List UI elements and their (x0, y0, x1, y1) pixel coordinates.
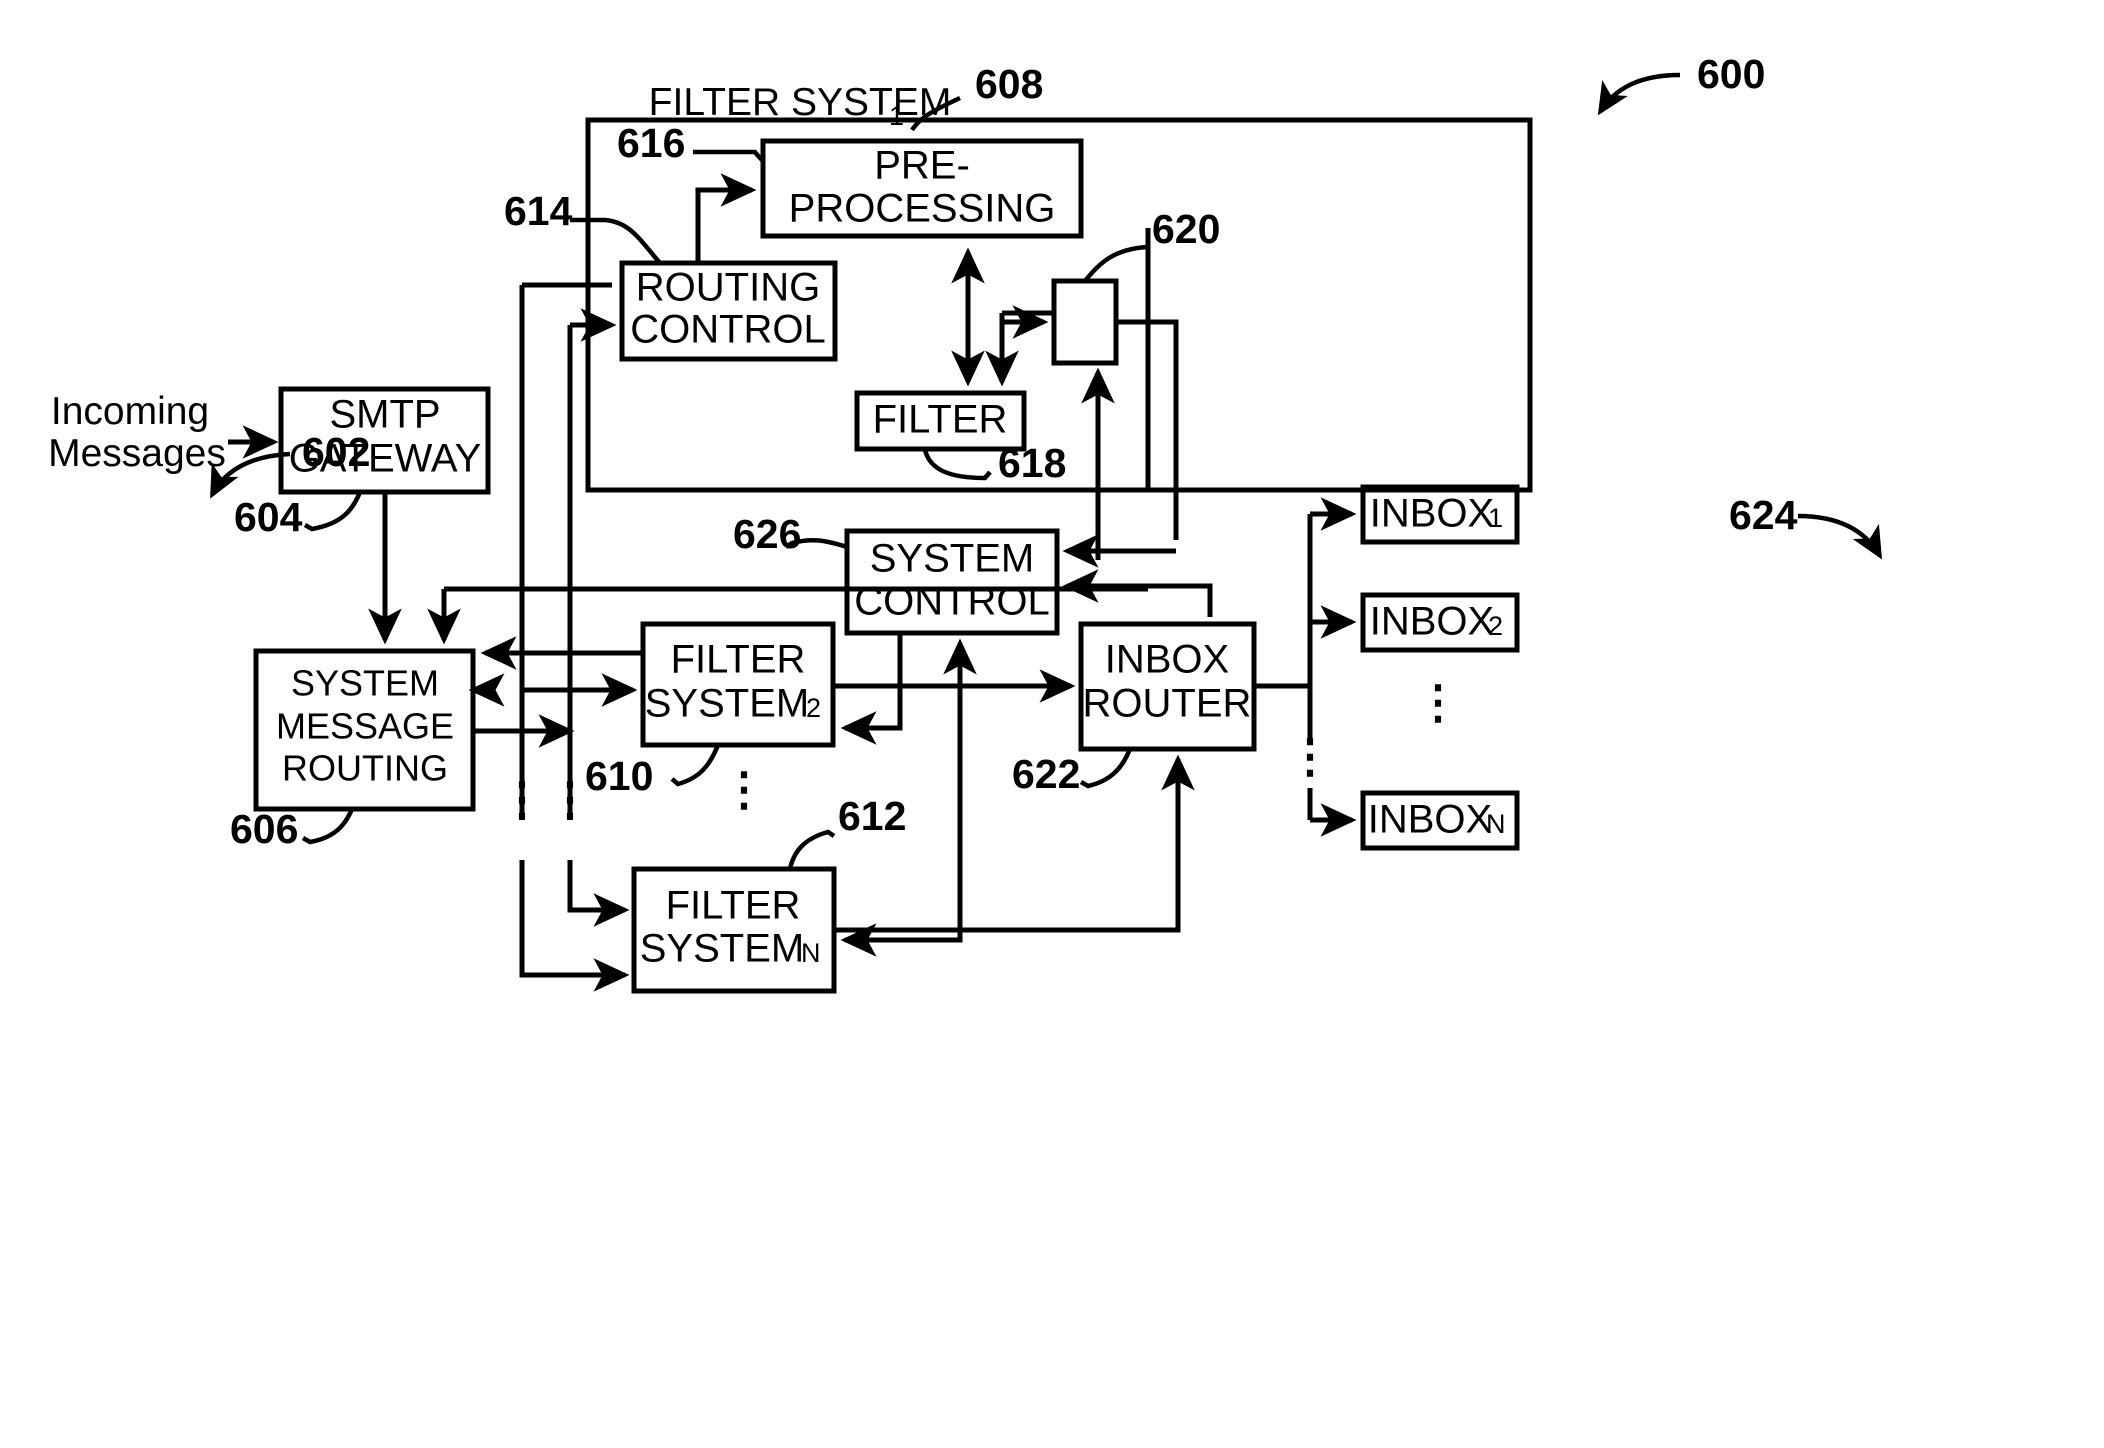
filter-system-n-subscript: N (801, 938, 821, 968)
edge-system-control-bus-to-fsn (840, 760, 963, 957)
system-message-routing-line3: ROUTING (282, 748, 448, 789)
filter-system-1-title-subscript: 1 (889, 101, 904, 131)
edge-routing-control-to-preprocessing (695, 173, 757, 263)
ref-614-callout: 614 (504, 188, 662, 265)
inbox-1-label: INBOX (1370, 492, 1494, 536)
filter-system-1-title: FILTER SYSTEM 1 (649, 81, 952, 131)
ref-620-callout: 620 (1083, 206, 1220, 283)
patent-figure-600: 600 FILTER SYSTEM 1 608 PRE- PROCESSING … (48, 51, 1883, 994)
ref-610-text: 610 (585, 753, 653, 799)
filter-system-2-subscript: 2 (806, 693, 821, 723)
filter-label: FILTER (873, 398, 1008, 442)
filter-system-2-line2: SYSTEM (645, 682, 809, 726)
ref-622-text: 622 (1012, 751, 1080, 797)
ref-608-text: 608 (975, 61, 1043, 107)
ref-612-text: 612 (838, 793, 906, 839)
ref-606-text: 606 (230, 806, 298, 852)
ref-606-callout: 606 (230, 806, 355, 852)
switch-620-block (1051, 278, 1119, 366)
system-control-line2: CONTROL (854, 580, 1050, 624)
incoming-messages-line2: Messages (48, 432, 226, 475)
edge-bus-570-to-fsn (567, 860, 630, 927)
ref-612-callout: 612 (787, 793, 906, 870)
ellipsis-inbox-bus: ⋮ (1287, 730, 1333, 782)
ref-626-callout: 626 (733, 511, 848, 557)
ref-620-text: 620 (1152, 206, 1220, 252)
inbox-2-label: INBOX (1370, 600, 1494, 644)
routing-control-label-line1: ROUTING (636, 266, 820, 310)
ellipsis-filter-systems: ⋮ (721, 763, 767, 815)
smtp-gateway-label-line1: SMTP (329, 393, 440, 437)
ellipsis-bus-522: ⋮ (499, 773, 545, 825)
edge-bus-522-to-fsn (519, 860, 630, 992)
inbox-router-line2: ROUTER (1083, 682, 1252, 726)
ref-610-callout: 610 (585, 744, 721, 799)
ref-604-text: 604 (234, 494, 303, 540)
system-message-routing-line2: MESSAGE (276, 706, 454, 747)
inbox-n-label: INBOX (1368, 798, 1492, 842)
ref-616-text: 616 (617, 120, 685, 166)
incoming-messages-line1: Incoming (51, 390, 209, 433)
edge-fsn-to-inbox-router (834, 754, 1195, 933)
ref-600-text: 600 (1697, 51, 1765, 97)
inbox-router-line1: INBOX (1105, 638, 1229, 682)
inbox-1-subscript: 1 (1488, 503, 1503, 533)
ref-622-callout: 622 (1012, 748, 1133, 797)
ref-624-callout: 624 (1729, 492, 1883, 560)
inbox-2-subscript: 2 (1488, 611, 1503, 641)
ref-624-text: 624 (1729, 492, 1798, 538)
smtp-gateway-label-line2: GATEWAY (289, 437, 482, 481)
filter-system-n-line2: SYSTEM (640, 927, 804, 971)
system-message-routing-line1: SYSTEM (291, 663, 439, 704)
ellipsis-bus-570: ⋮ (547, 773, 593, 825)
ref-600-callout: 600 (1597, 51, 1765, 116)
system-control-line1: SYSTEM (870, 537, 1034, 581)
ref-604-callout: 604 (234, 491, 363, 540)
ellipsis-inboxes: ⋮ (1415, 676, 1461, 728)
ref-616-callout: 616 (617, 120, 765, 166)
filter-system-n-line1: FILTER (666, 884, 801, 928)
edge-system-control-to-fs2 (840, 633, 903, 745)
pre-processing-label-line2: PROCESSING (789, 187, 1056, 231)
pre-processing-label-line1: PRE- (874, 144, 970, 188)
ref-626-text: 626 (733, 511, 801, 557)
routing-control-label-line2: CONTROL (630, 308, 826, 352)
ref-614-text: 614 (504, 188, 573, 234)
filter-system-2-line1: FILTER (671, 638, 806, 682)
inbox-n-subscript: N (1486, 809, 1506, 839)
ref-618-text: 618 (998, 440, 1066, 486)
